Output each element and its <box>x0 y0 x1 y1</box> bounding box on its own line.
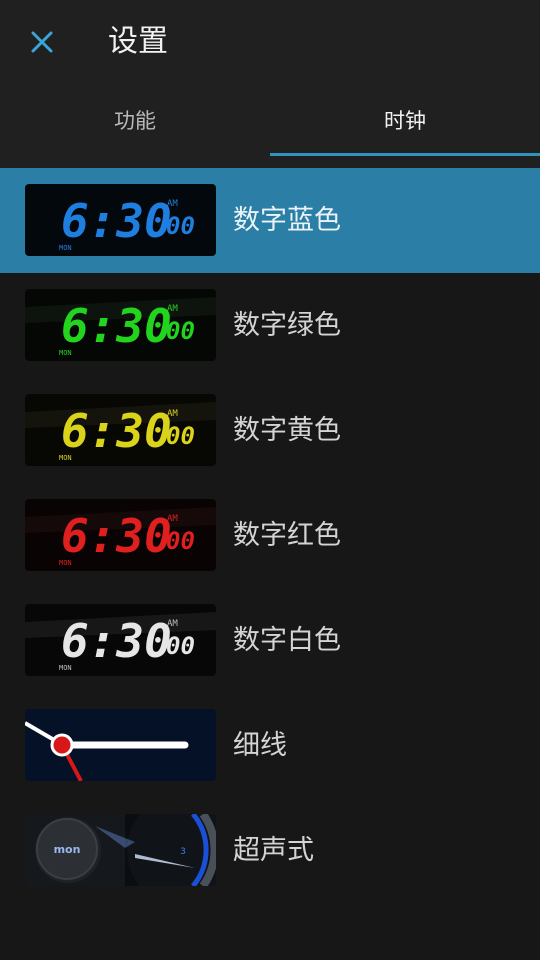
app-header: 设置 功能 时钟 <box>0 0 540 168</box>
list-item-digital-yellow[interactable]: 6:30 AM 00 MON 数字黄色 <box>0 378 540 483</box>
digital-clock-thumbnail: 6:30 AM 00 MON <box>25 499 216 571</box>
clock-seconds: 00 <box>166 317 195 345</box>
list-item-digital-white[interactable]: 6:30 AM 00 MON 数字白色 <box>0 588 540 693</box>
list-item-thin-line[interactable]: 细线 <box>0 693 540 798</box>
clock-time: 6:30 <box>61 614 172 668</box>
close-icon <box>31 31 53 53</box>
style-label: 数字绿色 <box>233 310 341 341</box>
clock-ampm: AM <box>167 514 178 524</box>
clock-day: MON <box>59 349 72 357</box>
clock-ampm: AM <box>167 304 178 314</box>
clock-time: 6:30 <box>61 299 172 353</box>
style-label: 细线 <box>233 730 287 761</box>
analog-clock-thumbnail <box>25 709 216 781</box>
ultrasonic-date: 3 <box>180 847 186 857</box>
digital-clock-thumbnail: 6:30 AM 00 MON <box>25 604 216 676</box>
style-label: 数字黄色 <box>233 415 341 446</box>
clock-day: MON <box>59 559 72 567</box>
clock-seconds: 00 <box>166 212 195 240</box>
clock-day: MON <box>59 244 72 252</box>
tab-bar: 功能 时钟 <box>0 92 540 156</box>
clock-seconds: 00 <box>166 632 195 660</box>
style-label: 超声式 <box>233 835 314 866</box>
clock-seconds: 00 <box>166 527 195 555</box>
clock-time: 6:30 <box>61 404 172 458</box>
list-item-digital-red[interactable]: 6:30 AM 00 MON 数字红色 <box>0 483 540 588</box>
style-label: 数字红色 <box>233 520 341 551</box>
clock-ampm: AM <box>167 199 178 209</box>
list-item-ultrasonic[interactable]: mon 3 超声式 <box>0 798 540 903</box>
clock-day: MON <box>59 454 72 462</box>
clock-time: 6:30 <box>61 509 172 563</box>
clock-seconds: 00 <box>166 422 195 450</box>
digital-clock-thumbnail: 6:30 AM 00 MON <box>25 289 216 361</box>
tab-features[interactable]: 功能 <box>0 92 270 156</box>
list-item-digital-blue[interactable]: 6:30 AM 00 MON 数字蓝色 <box>0 168 540 273</box>
ultrasonic-clock-thumbnail: mon 3 <box>25 814 216 886</box>
clock-style-list: 6:30 AM 00 MON 数字蓝色 6:30 AM 00 MON 数字绿色 <box>0 168 540 903</box>
page-title: 设置 <box>108 24 168 59</box>
clock-time: 6:30 <box>61 194 172 248</box>
list-item-digital-green[interactable]: 6:30 AM 00 MON 数字绿色 <box>0 273 540 378</box>
style-label: 数字蓝色 <box>233 205 341 236</box>
close-button[interactable] <box>24 24 60 60</box>
tab-clock[interactable]: 时钟 <box>270 92 540 156</box>
style-label: 数字白色 <box>233 625 341 656</box>
clock-ampm: AM <box>167 409 178 419</box>
digital-clock-thumbnail: 6:30 AM 00 MON <box>25 184 216 256</box>
clock-day: MON <box>59 664 72 672</box>
digital-clock-thumbnail: 6:30 AM 00 MON <box>25 394 216 466</box>
ultrasonic-day: mon <box>54 843 81 856</box>
clock-ampm: AM <box>167 619 178 629</box>
